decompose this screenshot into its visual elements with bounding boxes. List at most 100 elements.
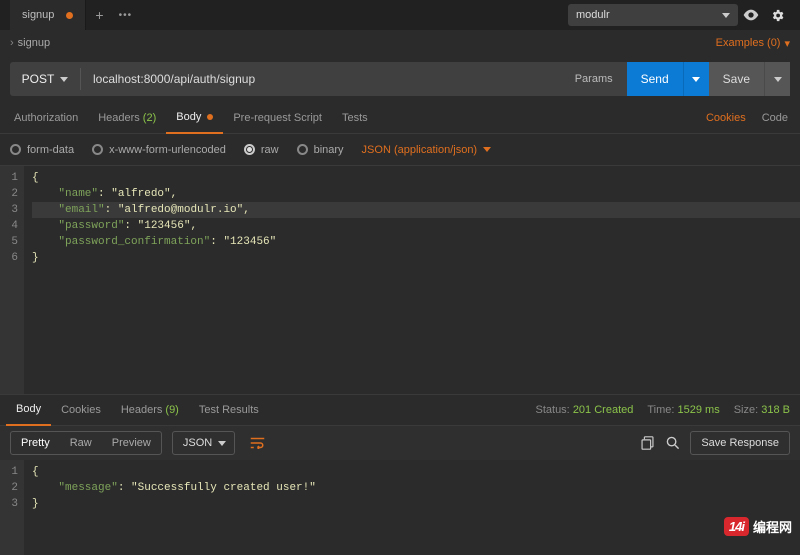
examples-label: Examples (0) bbox=[716, 37, 781, 49]
code-area: { "message": "Successfully created user!… bbox=[24, 460, 800, 555]
response-format-select[interactable]: JSON bbox=[172, 431, 235, 455]
radio-formdata[interactable]: form-data bbox=[10, 144, 74, 156]
save-response-button[interactable]: Save Response bbox=[690, 431, 790, 455]
modified-dot-icon bbox=[207, 114, 213, 120]
chevron-down-icon bbox=[483, 147, 491, 152]
chevron-down-icon bbox=[692, 77, 700, 82]
request-body-editor[interactable]: 1 2 3 4 5 6 { "name": "alfredo", "email"… bbox=[0, 166, 800, 394]
params-button[interactable]: Params bbox=[561, 73, 627, 85]
eye-icon bbox=[743, 9, 759, 21]
save-button[interactable]: Save bbox=[709, 62, 764, 96]
response-tabs: Body Cookies Headers (9) Test Results St… bbox=[0, 394, 800, 426]
chevron-down-icon bbox=[774, 77, 782, 82]
radio-icon bbox=[92, 144, 103, 155]
tab-headers-count: (2) bbox=[143, 112, 156, 124]
tab-authorization[interactable]: Authorization bbox=[4, 102, 88, 134]
environment-select[interactable]: modulr bbox=[568, 4, 738, 26]
wrap-icon bbox=[250, 437, 265, 449]
http-method-label: POST bbox=[22, 72, 55, 86]
save-dropdown-button[interactable] bbox=[764, 62, 790, 96]
radio-urlencoded-label: x-www-form-urlencoded bbox=[109, 144, 226, 156]
radio-raw-label: raw bbox=[261, 144, 279, 156]
triangle-down-icon: ▾ bbox=[784, 37, 790, 50]
send-dropdown-button[interactable] bbox=[683, 62, 709, 96]
resp-tab-testresults[interactable]: Test Results bbox=[189, 394, 269, 426]
examples-link[interactable]: Examples (0) ▾ bbox=[716, 37, 790, 50]
gutter: 1 2 3 bbox=[0, 460, 24, 555]
watermark: 14i 编程网 bbox=[724, 517, 792, 536]
gutter-line: 3 bbox=[0, 496, 18, 512]
gutter-line: 1 bbox=[0, 170, 18, 186]
copy-icon bbox=[641, 436, 654, 450]
tab-tests[interactable]: Tests bbox=[332, 102, 378, 134]
radio-binary[interactable]: binary bbox=[297, 144, 344, 156]
tab-body-label: Body bbox=[176, 111, 201, 123]
gutter-line: 6 bbox=[0, 250, 18, 266]
response-format-label: JSON bbox=[183, 437, 212, 449]
copy-response-button[interactable] bbox=[634, 429, 660, 457]
gutter-line: 1 bbox=[0, 464, 18, 480]
watermark-badge: 14i bbox=[724, 517, 749, 536]
tab-headers-label: Headers bbox=[98, 112, 140, 124]
request-tab-title: signup bbox=[22, 9, 54, 21]
raw-button[interactable]: Raw bbox=[60, 432, 102, 454]
radio-icon bbox=[10, 144, 21, 155]
gutter-line: 2 bbox=[0, 480, 18, 496]
radio-binary-label: binary bbox=[314, 144, 344, 156]
response-body-editor[interactable]: 1 2 3 { "message": "Successfully created… bbox=[0, 460, 800, 555]
content-type-select[interactable]: JSON (application/json) bbox=[362, 144, 492, 156]
chevron-down-icon bbox=[218, 441, 226, 446]
status-stat: Status: 201 Created bbox=[536, 404, 634, 416]
chevron-right-icon: › bbox=[10, 37, 14, 49]
radio-urlencoded[interactable]: x-www-form-urlencoded bbox=[92, 144, 226, 156]
settings-button[interactable] bbox=[764, 0, 790, 30]
resp-tab-body[interactable]: Body bbox=[6, 394, 51, 426]
breadcrumb-title: signup bbox=[18, 37, 50, 49]
chevron-down-icon bbox=[60, 77, 68, 82]
gear-icon bbox=[770, 8, 785, 23]
environment-name: modulr bbox=[576, 9, 610, 21]
radio-formdata-label: form-data bbox=[27, 144, 74, 156]
content-type-label: JSON (application/json) bbox=[362, 144, 478, 156]
size-stat: Size: 318 B bbox=[734, 404, 790, 416]
gutter-line: 3 bbox=[0, 202, 18, 218]
resp-tab-headers[interactable]: Headers (9) bbox=[111, 394, 189, 426]
radio-raw[interactable]: raw bbox=[244, 144, 279, 156]
request-url-bar: POST localhost:8000/api/auth/signup Para… bbox=[10, 62, 790, 96]
resp-tab-headers-count: (9) bbox=[165, 404, 178, 416]
tab-menu-button[interactable]: ••• bbox=[112, 0, 138, 30]
send-button[interactable]: Send bbox=[627, 62, 683, 96]
radio-icon bbox=[244, 144, 255, 155]
tab-prerequest[interactable]: Pre-request Script bbox=[223, 102, 332, 134]
tab-body[interactable]: Body bbox=[166, 102, 223, 134]
cookies-link[interactable]: Cookies bbox=[698, 112, 754, 124]
resp-tab-cookies[interactable]: Cookies bbox=[51, 394, 111, 426]
request-tabs: Authorization Headers (2) Body Pre-reque… bbox=[0, 102, 800, 134]
gutter-line: 2 bbox=[0, 186, 18, 202]
radio-dot-icon bbox=[247, 147, 252, 152]
chevron-down-icon bbox=[722, 13, 730, 18]
gutter-line: 5 bbox=[0, 234, 18, 250]
code-link[interactable]: Code bbox=[754, 112, 796, 124]
code-area: { "name": "alfredo", "email": "alfredo@m… bbox=[24, 166, 800, 394]
tab-headers[interactable]: Headers (2) bbox=[88, 102, 166, 134]
gutter: 1 2 3 4 5 6 bbox=[0, 166, 24, 394]
wrap-lines-button[interactable] bbox=[245, 431, 269, 455]
send-button-group: Send bbox=[627, 62, 709, 96]
time-stat: Time: 1529 ms bbox=[647, 404, 719, 416]
environment-preview-button[interactable] bbox=[738, 0, 764, 30]
resp-tab-headers-label: Headers bbox=[121, 404, 163, 416]
request-tab[interactable]: signup bbox=[10, 0, 86, 30]
search-response-button[interactable] bbox=[660, 429, 686, 457]
gutter-line: 4 bbox=[0, 218, 18, 234]
top-tab-bar: signup + ••• modulr bbox=[0, 0, 800, 30]
url-input[interactable]: localhost:8000/api/auth/signup bbox=[81, 72, 561, 86]
new-tab-button[interactable]: + bbox=[86, 0, 112, 30]
preview-button[interactable]: Preview bbox=[102, 432, 161, 454]
radio-icon bbox=[297, 144, 308, 155]
pretty-button[interactable]: Pretty bbox=[11, 432, 60, 454]
http-method-select[interactable]: POST bbox=[10, 72, 80, 86]
body-type-row: form-data x-www-form-urlencoded raw bina… bbox=[0, 134, 800, 166]
unsaved-dot-icon bbox=[66, 12, 73, 19]
plus-icon: + bbox=[95, 7, 103, 23]
